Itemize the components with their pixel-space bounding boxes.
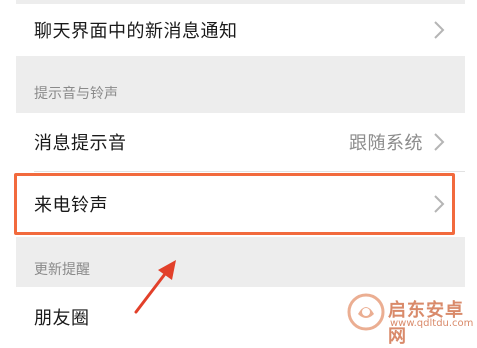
section-updates-title: 更新提醒 — [34, 262, 90, 278]
watermark: 启东安卓网 www.qdltdu.com — [346, 286, 477, 347]
message-tone-value: 跟随系统 — [349, 133, 423, 154]
chat-notification-row[interactable]: 聊天界面中的新消息通知 — [16, 4, 465, 56]
section-tones-title: 提示音与铃声 — [34, 86, 118, 102]
chevron-right-icon — [434, 133, 445, 151]
chat-notification-label: 聊天界面中的新消息通知 — [34, 21, 238, 42]
watermark-url: www.qdltdu.com — [390, 318, 474, 329]
message-tone-row[interactable]: 消息提示音 跟随系统 — [16, 113, 465, 171]
message-tone-label: 消息提示音 — [34, 133, 127, 154]
divider — [34, 171, 465, 172]
ringtone-highlight-box — [14, 173, 455, 235]
watermark-logo-icon — [347, 293, 385, 331]
section-updates: 更新提醒 — [16, 237, 465, 287]
moments-label: 朋友圈 — [34, 308, 90, 329]
chevron-right-icon — [434, 21, 445, 39]
section-tones: 提示音与铃声 — [16, 56, 465, 113]
arrow-annotation-icon — [134, 260, 176, 314]
